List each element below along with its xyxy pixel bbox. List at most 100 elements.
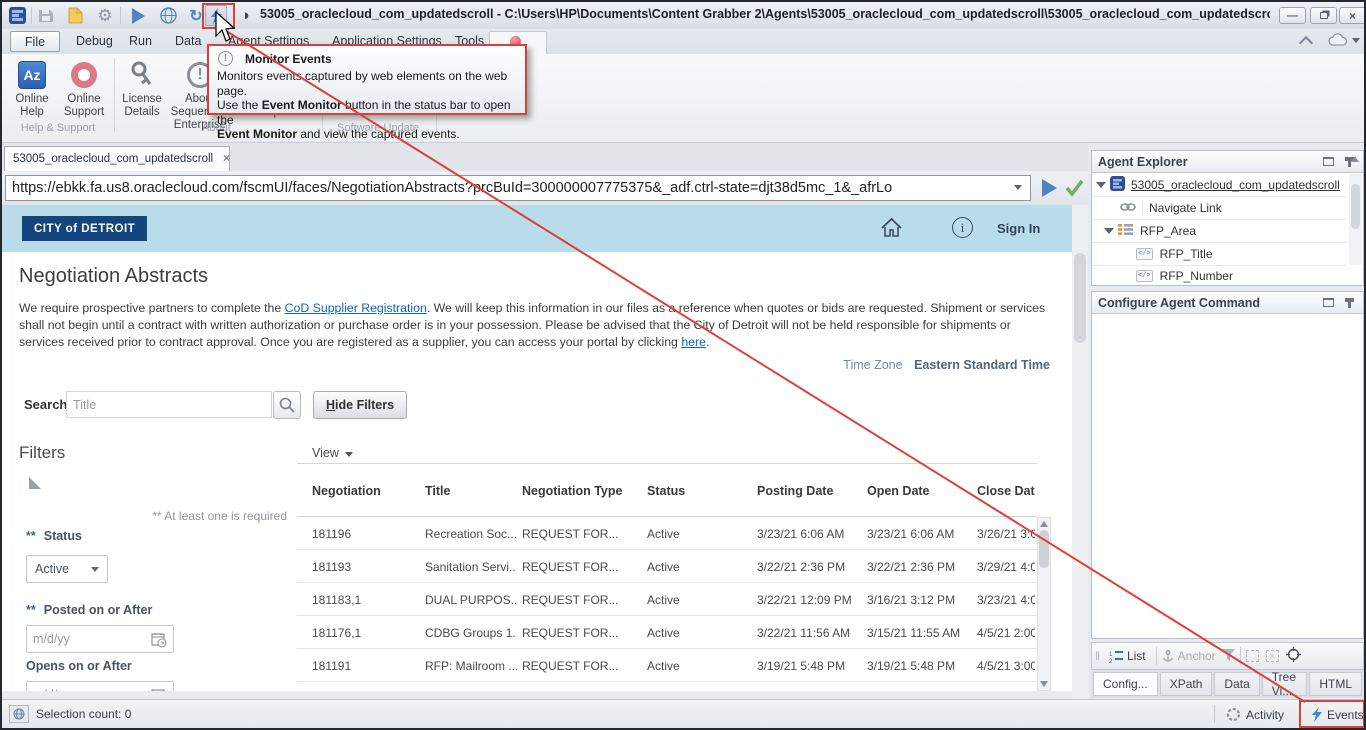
search-button[interactable] [273,391,301,419]
key-icon [130,61,154,90]
save-icon[interactable] [35,5,57,26]
browse-globe-icon[interactable] [157,5,179,26]
toolbar-separator [31,7,32,24]
cloud-dropdown-icon[interactable] [1352,38,1360,43]
panel-title: Configure Agent Command [1098,296,1260,310]
clear-selection-icon[interactable]: × [1266,650,1279,662]
tree-item-rfp-number[interactable]: </> RFP_Number [1092,266,1347,285]
restore-button[interactable] [1310,7,1337,24]
search-input[interactable] [66,391,272,418]
tree-item-rfp-title[interactable]: </> RFP_Title [1092,243,1347,266]
table-row[interactable]: 181191RFP: Mailroom ...REQUEST FOR...Act… [297,649,1037,682]
tree-item-navigate-link[interactable]: Navigate Link [1092,197,1347,220]
column-header[interactable]: Negotiation [312,464,412,518]
sign-in-link[interactable]: Sign In [997,221,1040,236]
toolbar-separator [1240,647,1241,665]
tab-run[interactable]: Run [119,31,162,54]
filter-icon[interactable] [1222,649,1235,664]
tab-close-icon[interactable]: × [223,153,230,165]
tab-debug[interactable]: Debug [66,31,123,54]
column-header[interactable]: Negotiation Type [522,464,640,518]
posted-date-field[interactable] [26,625,174,653]
url-dropdown-icon[interactable] [1014,185,1022,190]
agent-icon [1110,176,1125,194]
tree-item-rfp-area[interactable]: RFP_Area [1092,220,1347,243]
expand-icon[interactable] [1104,228,1114,234]
scroll-up-icon[interactable] [1351,156,1359,162]
tab-html[interactable]: HTML [1309,672,1362,696]
url-input[interactable] [5,175,1031,201]
table-scrollbar[interactable] [1037,517,1051,691]
cloud-icon[interactable] [1328,33,1350,52]
collapse-filters-icon[interactable] [29,477,41,489]
anchor-button[interactable]: Anchor [1162,649,1216,663]
select-arrow-icon [91,567,99,572]
online-support-button[interactable]: OnlineSupport [58,57,110,119]
table-header-row: Negotiation Title Negotiation Type Statu… [297,463,1037,517]
online-help-button[interactable]: Az OnlineHelp [8,57,56,119]
results-table: Negotiation Title Negotiation Type Statu… [297,463,1037,699]
contrast-icon[interactable]: ◑ [234,5,256,26]
list-command-icon [1118,223,1133,239]
right-dock: Agent Explorer 53005_oraclecloud_com_upd… [1091,148,1366,699]
scrollbar-thumb[interactable] [1074,253,1086,343]
tree-scrollbar[interactable] [1349,174,1362,265]
agent-explorer-header: Agent Explorer [1092,151,1363,173]
navigate-play-icon[interactable] [1042,179,1057,197]
toolbar-separator [1156,647,1157,665]
table-row[interactable]: 181176,1CDBG Groups 1...REQUEST FOR...Ac… [297,616,1037,649]
column-header[interactable]: Close Dat [977,464,1035,518]
hide-filters-button[interactable]: Hide Filters [313,391,407,419]
open-file-icon[interactable] [64,5,86,26]
maximize-panel-icon[interactable] [1323,157,1334,166]
column-header[interactable]: Title [425,464,517,518]
tab-tree-view[interactable]: Tree Vi... [1262,672,1308,696]
status-select[interactable]: Active [26,555,108,583]
activity-button[interactable]: Activity [1226,707,1284,722]
settings-gear-icon[interactable]: ⚙ [94,5,116,26]
scroll-down-icon[interactable] [1040,681,1048,687]
browser-tab[interactable]: 53005_oraclecloud_com_updatedscroll × [4,146,230,171]
tab-file[interactable]: File [10,31,60,52]
here-link[interactable]: here [681,335,706,349]
pin-panel-icon[interactable] [1348,298,1351,308]
group-label-help-support: Help & Support [6,122,110,138]
expand-icon[interactable] [1096,182,1106,188]
table-row[interactable]: 181183,1DUAL PURPOS...REQUEST FOR...Acti… [297,583,1037,616]
posted-date-input[interactable] [33,627,143,651]
table-row[interactable]: 181196Recreation Soc...REQUEST FOR...Act… [297,517,1037,550]
tab-config[interactable]: Config... [1093,672,1158,696]
list-button[interactable]: 12 List [1104,647,1151,665]
run-icon[interactable] [127,5,149,26]
column-header[interactable]: Open Date [867,464,969,518]
column-header[interactable]: Posting Date [757,464,862,518]
tab-xpath[interactable]: XPath [1160,672,1213,696]
close-button[interactable]: × [1339,7,1366,24]
configure-panel-header: Configure Agent Command [1092,292,1363,314]
horizontal-scrollbar[interactable] [2,691,1072,699]
page-scrollbar[interactable] [1072,205,1088,699]
scrollbar-thumb[interactable] [1351,184,1360,229]
scroll-up-icon[interactable] [1040,521,1048,527]
cod-supplier-registration-link[interactable]: CoD Supplier Registration [285,301,427,315]
target-icon[interactable] [1286,647,1301,665]
view-menu[interactable]: View [312,446,353,460]
city-of-detroit-logo[interactable]: CITY of DETROIT [22,216,147,241]
confirm-check-icon[interactable] [1064,177,1085,203]
info-icon[interactable]: i [952,217,973,238]
minimize-button[interactable]: — [1279,7,1306,24]
selection-box-icon[interactable] [1246,650,1259,662]
scrollbar-thumb[interactable] [1039,530,1049,568]
collapse-ribbon-icon[interactable] [1299,36,1313,50]
column-header[interactable]: Status [647,464,747,518]
required-note: ** At least one is required [42,509,287,523]
calendar-icon[interactable] [151,632,167,653]
maximize-panel-icon[interactable] [1323,298,1334,307]
tab-data[interactable]: Data [1214,672,1259,696]
tab-data[interactable]: Data [165,31,211,54]
link-icon [1120,201,1136,216]
annotation-box-monitor-events [202,3,235,29]
table-row[interactable]: 181193Sanitation Servi...REQUEST FOR...A… [297,550,1037,583]
home-icon[interactable] [880,217,903,244]
tree-item-agent-root[interactable]: 53005_oraclecloud_com_updatedscroll [1092,174,1347,197]
